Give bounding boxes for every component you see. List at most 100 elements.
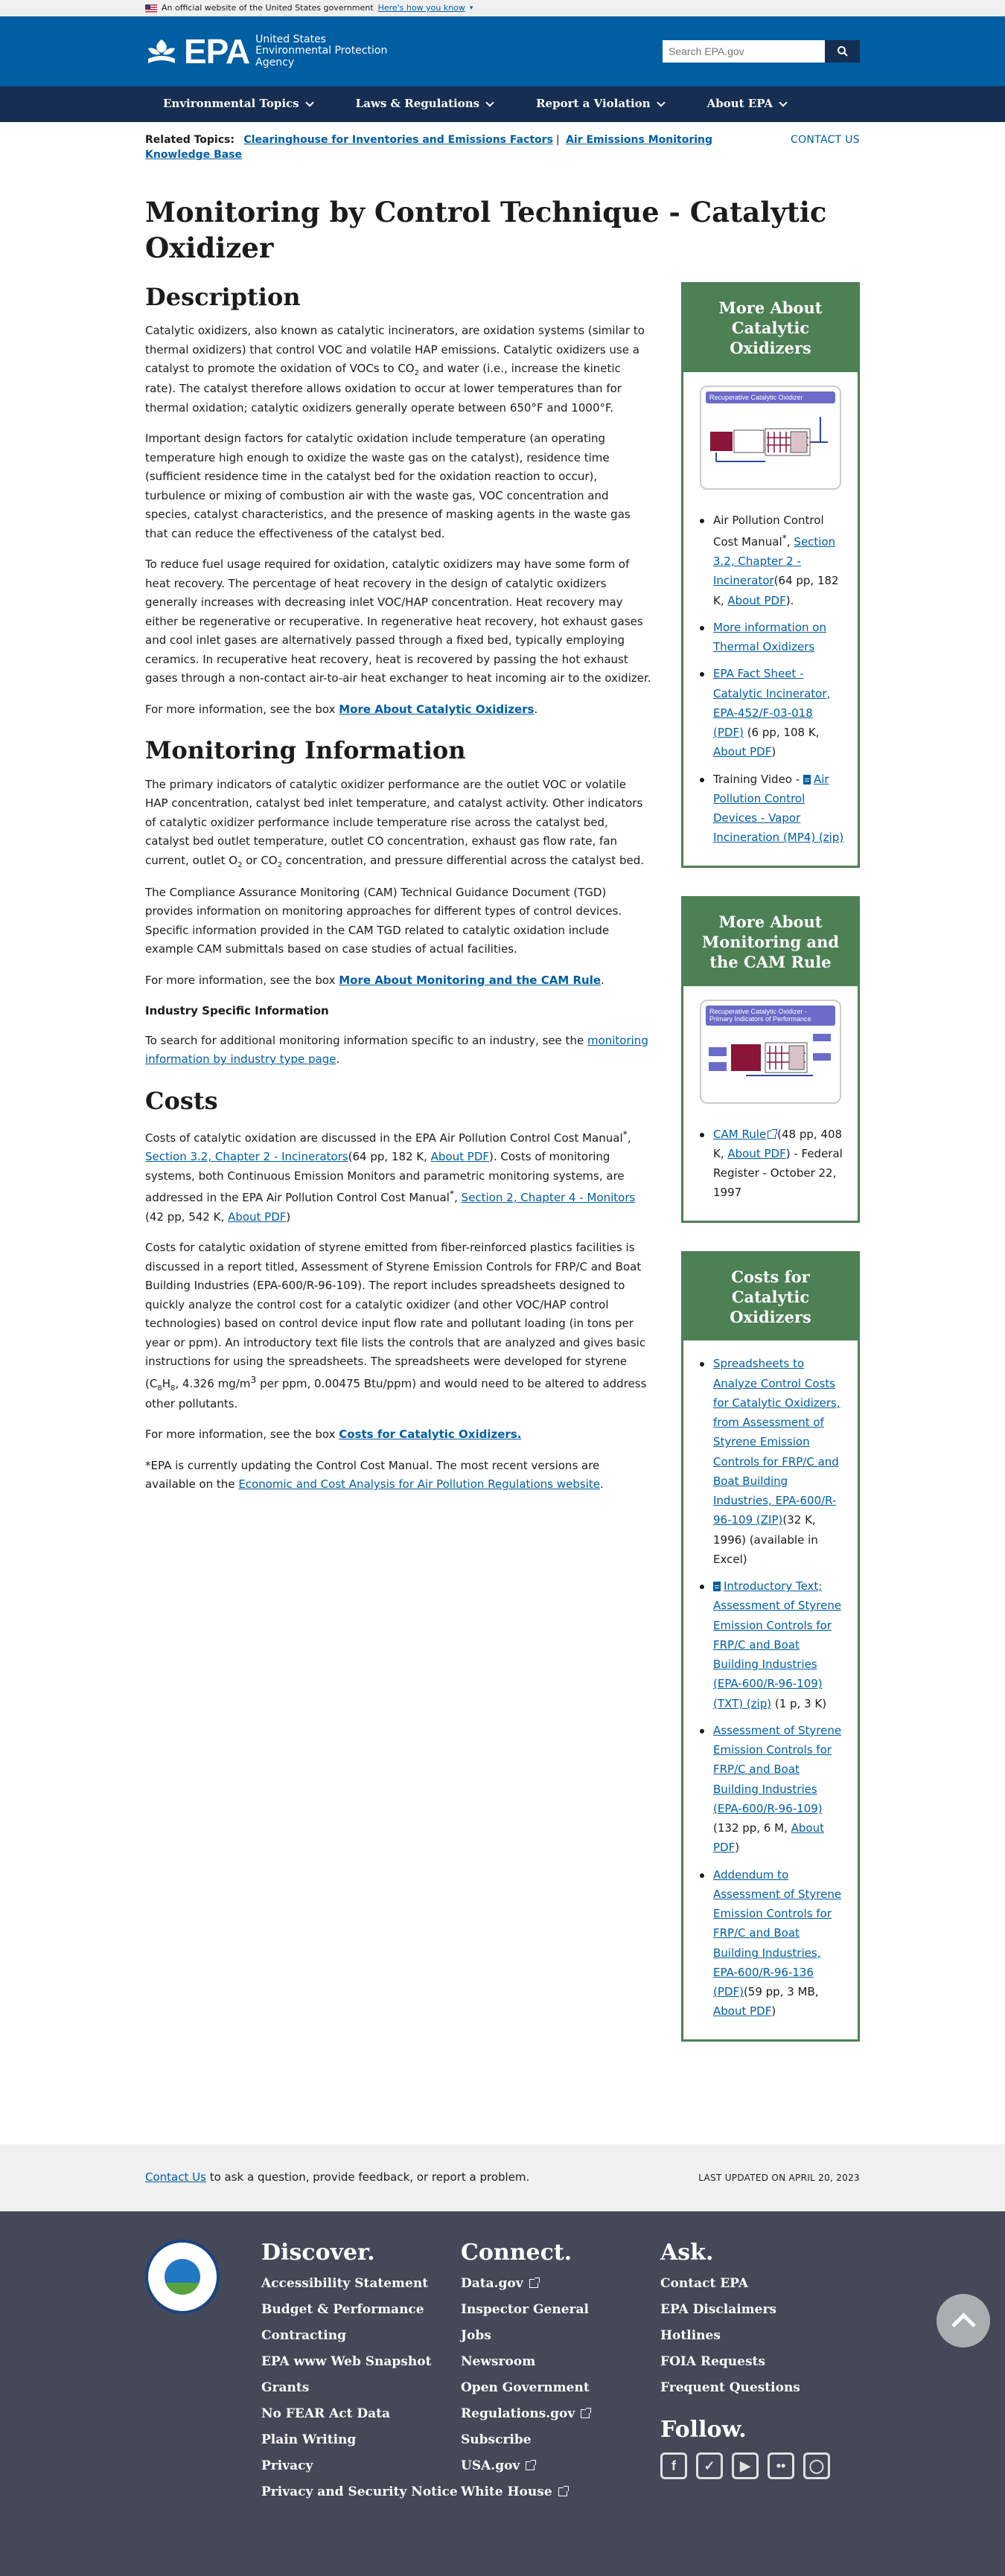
heres-how-you-know-link[interactable]: Here's how you know <box>378 0 465 16</box>
back-to-top-button[interactable] <box>937 2294 990 2348</box>
footer-link[interactable]: Contracting <box>261 2327 461 2344</box>
related-link-clearinghouse[interactable]: Clearinghouse for Inventories and Emissi… <box>243 134 552 146</box>
nav-label: About EPA <box>706 97 773 111</box>
indicators-diagram-image[interactable]: Recuperative Catalytic Oxidizer - Primar… <box>700 999 841 1104</box>
more-about-monitoring-link[interactable]: More About Monitoring and the CAM Rule <box>339 974 601 987</box>
footer-link[interactable]: Regulations.gov <box>461 2406 660 2422</box>
text: ) <box>735 1841 740 1855</box>
youtube-icon[interactable]: ▶ <box>732 2452 759 2480</box>
footer-link[interactable]: Jobs <box>461 2327 660 2344</box>
footer-link[interactable]: EPA www Web Snapshot <box>261 2353 461 2370</box>
nav-about-epa[interactable]: About EPA <box>706 95 788 114</box>
nav-label: Environmental Topics <box>163 97 299 111</box>
text: ) <box>771 2004 776 2019</box>
gov-banner-text: An official website of the United States… <box>162 3 374 13</box>
about-pdf-link[interactable]: About PDF <box>727 594 785 607</box>
about-pdf-link[interactable]: About PDF <box>713 2004 771 2018</box>
sidebar-box-title: More About Catalytic Oxidizers <box>683 284 858 372</box>
footer-link[interactable]: Accessibility Statement <box>261 2275 461 2292</box>
seal-emblem <box>165 2258 200 2295</box>
monitors-link[interactable]: Section 2, Chapter 4 - Monitors <box>462 1191 636 1204</box>
contact-us-footer-link[interactable]: Contact Us <box>145 2170 206 2184</box>
nav-laws-regulations[interactable]: Laws & Regulations <box>356 95 494 114</box>
site-search <box>663 40 860 63</box>
footer-heading: Ask. <box>660 2239 714 2266</box>
costs-links-list: Spreadsheets to Analyze Control Costs fo… <box>697 1354 844 2021</box>
social-links: f ✓ ▶ •• ◯ <box>660 2452 860 2480</box>
more-about-catalytic-link[interactable]: More About Catalytic Oxidizers <box>339 703 534 716</box>
chevron-down-icon <box>779 98 788 107</box>
economic-cost-link[interactable]: Economic and Cost Analysis for Air Pollu… <box>238 1477 600 1491</box>
text: , <box>454 1191 462 1205</box>
footer-heading: Connect. <box>461 2239 572 2266</box>
search-icon <box>837 46 848 57</box>
search-button[interactable] <box>825 40 860 63</box>
footer-link[interactable]: Subscribe <box>461 2432 660 2448</box>
footer-link[interactable]: Newsroom <box>461 2353 660 2370</box>
about-pdf-link[interactable]: About PDF <box>713 745 771 758</box>
footer-link[interactable]: Privacy and Security Notice <box>261 2484 461 2500</box>
footer-ask: Ask. Contact EPA EPA Disclaimers Hotline… <box>660 2240 860 2511</box>
footer-link[interactable]: White House <box>461 2484 660 2500</box>
more-info-line: For more information, see the box More A… <box>145 700 651 720</box>
chevron-down-icon: ▾ <box>469 4 473 12</box>
footer-link[interactable]: Frequent Questions <box>660 2380 860 2396</box>
external-link-icon <box>558 2486 569 2497</box>
external-link-icon <box>526 2460 537 2471</box>
addendum-link[interactable]: Addendum to Assessment of Styrene Emissi… <box>713 1868 841 1999</box>
sidebar-box-title: Costs for Catalytic Oxidizers <box>683 1253 858 1341</box>
twitter-icon[interactable]: ✓ <box>696 2452 723 2480</box>
nav-report-violation[interactable]: Report a Violation <box>536 95 666 114</box>
footer-link[interactable]: Privacy <box>261 2458 461 2474</box>
external-link-icon <box>581 2408 592 2419</box>
sidebar-box-costs: Costs for Catalytic Oxidizers Spreadshee… <box>681 1250 860 2042</box>
epa-logo[interactable]: EPA United States Environmental Protecti… <box>145 33 388 68</box>
footer-link[interactable]: No FEAR Act Data <box>261 2406 461 2422</box>
text: concentration, and pressure differential… <box>282 853 645 867</box>
footer-connect: Connect. Data.gov Inspector General Jobs… <box>461 2240 660 2511</box>
spreadsheets-link[interactable]: Spreadsheets to Analyze Control Costs fo… <box>713 1357 840 1527</box>
text: . <box>534 702 538 716</box>
about-pdf-link[interactable]: About PDF <box>431 1150 489 1163</box>
instagram-icon[interactable]: ◯ <box>803 2452 830 2480</box>
footer-link[interactable]: EPA Disclaimers <box>660 2301 860 2318</box>
text: H <box>162 1376 170 1390</box>
link-label: Data.gov <box>461 2275 523 2291</box>
text: (64 pp, 182 K, <box>348 1150 431 1164</box>
flickr-icon[interactable]: •• <box>768 2452 794 2480</box>
footer-link[interactable]: USA.gov <box>461 2458 660 2474</box>
contact-us-link[interactable]: CONTACT US <box>791 132 860 163</box>
cam-rule-link[interactable]: CAM Rule <box>713 1128 766 1141</box>
styrene-assessment-link[interactable]: Assessment of Styrene Emission Controls … <box>713 1724 841 1815</box>
more-info-line: For more information, see the box Costs … <box>145 1425 651 1445</box>
logo-line: Environmental Protection <box>255 45 388 57</box>
search-input[interactable] <box>663 40 825 63</box>
thermal-oxidizers-link[interactable]: More information on Thermal Oxidizers <box>713 621 826 653</box>
footer-link[interactable]: Inspector General <box>461 2301 660 2318</box>
footer-link[interactable]: Open Government <box>461 2380 660 2396</box>
text: (132 pp, 6 M, <box>713 1821 791 1835</box>
nav-environmental-topics[interactable]: Environmental Topics <box>163 95 314 114</box>
text: ). <box>785 593 794 607</box>
footer-link[interactable]: Hotlines <box>660 2327 860 2344</box>
facebook-icon[interactable]: f <box>660 2452 687 2480</box>
text: Costs for catalytic oxidation of styrene… <box>145 1241 646 1390</box>
incinerators-link[interactable]: Section 3.2, Chapter 2 - Incinerators <box>145 1150 348 1163</box>
about-pdf-link[interactable]: About PDF <box>727 1147 785 1160</box>
description-paragraph: Catalytic oxidizers, also known as catal… <box>145 322 651 418</box>
footer-link[interactable]: FOIA Requests <box>660 2353 860 2370</box>
sidebar-box-monitoring: More About Monitoring and the CAM Rule R… <box>681 895 860 1223</box>
list-item: Assessment of Styrene Emission Controls … <box>697 1721 844 1858</box>
introductory-text-link[interactable]: Introductory Text; Assessment of Styrene… <box>713 1579 841 1710</box>
about-pdf-link[interactable]: About PDF <box>228 1210 286 1224</box>
costs-catalytic-link[interactable]: Costs for Catalytic Oxidizers. <box>339 1428 521 1441</box>
epa-seal-logo[interactable] <box>145 2239 220 2314</box>
footer-link[interactable]: Grants <box>261 2380 461 2396</box>
contact-line: Contact Us to ask a question, provide fe… <box>145 2168 529 2187</box>
link-label: USA.gov <box>461 2458 520 2474</box>
footer-link[interactable]: Data.gov <box>461 2275 660 2292</box>
footer-link[interactable]: Contact EPA <box>660 2275 860 2292</box>
oxidizer-diagram-image[interactable]: Recuperative Catalytic Oxidizer <box>700 385 841 490</box>
footer-link[interactable]: Budget & Performance <box>261 2301 461 2318</box>
footer-link[interactable]: Plain Writing <box>261 2432 461 2448</box>
